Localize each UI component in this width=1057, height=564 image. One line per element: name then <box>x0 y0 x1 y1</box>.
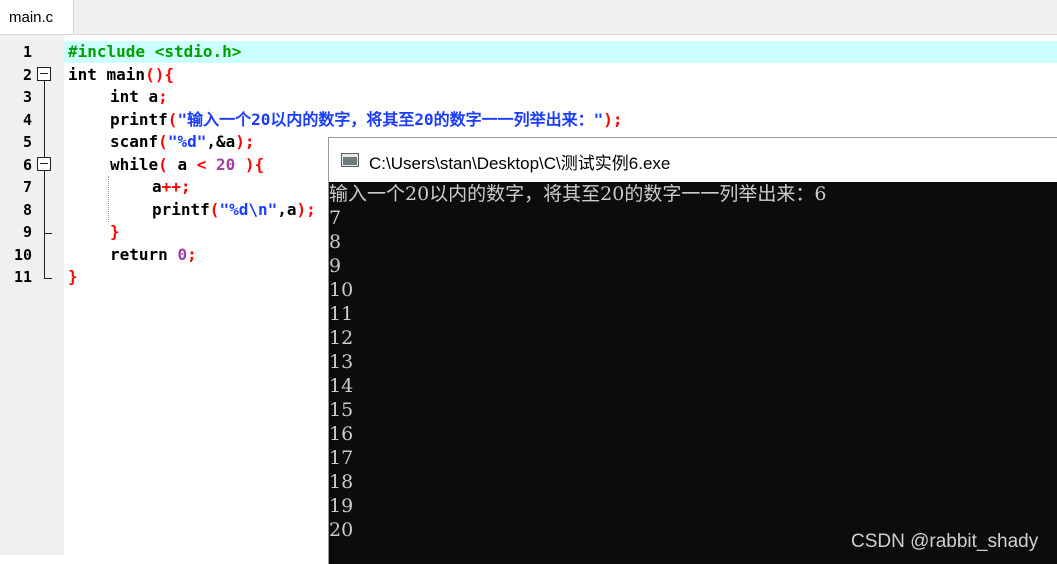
console-line: 13 <box>329 351 354 373</box>
console-line: 15 <box>329 399 354 421</box>
console-line: 10 <box>329 279 354 301</box>
code-line-6: while( a < 20 ){ <box>110 155 265 174</box>
console-line: 输入一个20以内的数字，将其至20的数字一一列举出来：6 <box>329 183 827 205</box>
console-line: 7 <box>329 207 342 229</box>
code-line-3: int a; <box>110 87 168 106</box>
line-number: 11 <box>13 268 32 286</box>
code-line-1: #include <stdio.h> <box>68 42 242 61</box>
fold-guide-line <box>44 171 45 278</box>
code-line-10: return 0; <box>110 245 197 264</box>
line-number: 1 <box>22 43 32 61</box>
line-number: 7 <box>22 178 32 196</box>
console-line: 19 <box>329 495 354 517</box>
line-number: 5 <box>22 133 32 151</box>
line-number: 4 <box>22 111 32 129</box>
code-line-7: a++; <box>152 177 191 196</box>
line-number: 2 <box>22 66 32 84</box>
code-line-2: int main(){ <box>68 65 174 84</box>
indent-guide <box>108 176 109 222</box>
fold-collapse-icon[interactable] <box>37 157 51 171</box>
console-line: 8 <box>329 231 342 253</box>
line-number: 3 <box>22 88 32 106</box>
console-window[interactable]: C:\Users\stan\Desktop\C\测试实例6.exe 输入一个20… <box>328 137 1057 564</box>
console-line: 14 <box>329 375 354 397</box>
console-line: 17 <box>329 447 354 469</box>
fold-end-marker <box>44 233 52 234</box>
code-line-8: printf("%d\n",a); <box>152 200 316 219</box>
code-line-4: printf("输入一个20以内的数字，将其至20的数字一一列举出来："); <box>110 110 623 129</box>
console-line: 18 <box>329 471 354 493</box>
line-number: 9 <box>22 223 32 241</box>
tab-main-c[interactable]: main.c <box>0 0 74 34</box>
line-number: 8 <box>22 201 32 219</box>
tab-bar: main.c <box>0 0 1057 35</box>
console-line: 11 <box>329 303 354 325</box>
console-line: 9 <box>329 255 342 277</box>
fold-collapse-icon[interactable] <box>37 67 51 81</box>
console-title-bar[interactable]: C:\Users\stan\Desktop\C\测试实例6.exe <box>329 138 1057 182</box>
console-app-icon <box>341 153 359 167</box>
console-line: 12 <box>329 327 354 349</box>
fold-guide-line <box>44 81 45 157</box>
console-title: C:\Users\stan\Desktop\C\测试实例6.exe <box>369 154 671 173</box>
code-line-5: scanf("%d",&a); <box>110 132 255 151</box>
console-output: 输入一个20以内的数字，将其至20的数字一一列举出来：6 7 8 9 10 11… <box>329 182 1057 542</box>
line-number: 6 <box>22 156 32 174</box>
console-line: 16 <box>329 423 354 445</box>
csdn-watermark: CSDN @rabbit_shady <box>851 531 1039 552</box>
fold-end-marker <box>44 278 52 279</box>
line-number: 10 <box>13 246 32 264</box>
code-line-11: } <box>68 267 78 286</box>
code-line-9: } <box>110 222 120 241</box>
